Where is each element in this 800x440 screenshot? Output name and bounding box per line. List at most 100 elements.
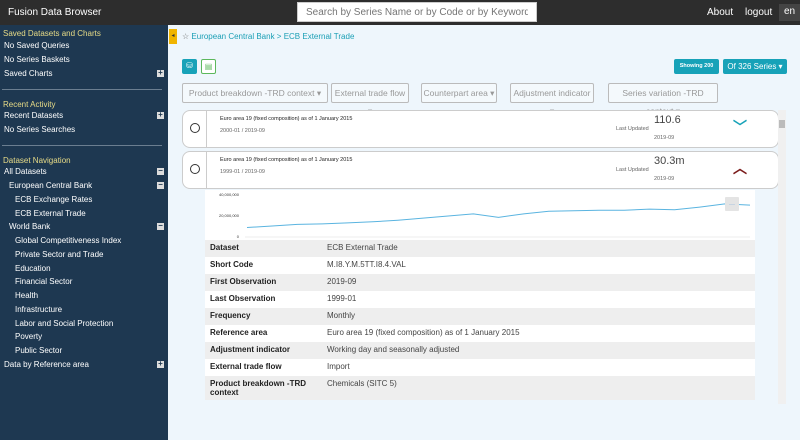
star-icon[interactable]: ☆ (182, 32, 189, 41)
logout-link[interactable]: logout (745, 7, 772, 18)
chart-menu-icon[interactable]: ··· (729, 202, 735, 208)
detail-row: Short Code M.I8.Y.M.5TT.I8.4.VAL (205, 257, 755, 274)
no-series-baskets: No Series Baskets (4, 55, 70, 64)
no-saved-queries: No Saved Queries (4, 41, 70, 50)
nav-wb-item[interactable]: Public Sector (15, 346, 62, 355)
detail-value: Euro area 19 (fixed composition) as of 1… (327, 328, 520, 337)
select-radio[interactable] (190, 123, 200, 133)
detail-value: ECB External Trade (327, 243, 398, 252)
nav-wb-item[interactable]: Global Competitiveness Index (15, 236, 121, 245)
sidebar-toggle-caret-icon[interactable]: ◂ (169, 29, 177, 44)
app-title[interactable]: Fusion Data Browser (8, 7, 101, 18)
filter-counterpart-area[interactable]: Counterpart area ▾ (421, 83, 497, 103)
detail-label: Short Code (210, 260, 254, 269)
series-details-table: Dataset ECB External Trade Short Code M.I8.… (205, 240, 755, 400)
last-updated-label: Last Updated (616, 167, 649, 173)
scrollbar[interactable] (778, 110, 786, 404)
excel-export-icon[interactable]: ▤ (201, 59, 216, 74)
detail-value: Working day and seasonally adjusted (327, 345, 460, 354)
chevron-down-icon[interactable]: ﹀ (733, 117, 747, 137)
detail-value: Import (327, 362, 350, 371)
detail-label: Adjustment indicator (210, 345, 291, 354)
select-radio[interactable] (190, 164, 200, 174)
nav-heading: Dataset Navigation (3, 156, 71, 165)
detail-row: External trade flow Import (205, 359, 755, 376)
search-input[interactable] (297, 2, 537, 22)
nav-ecb-exchange-rates[interactable]: ECB Exchange Rates (15, 195, 92, 204)
nav-european-central-bank[interactable]: European Central Bank (9, 181, 92, 190)
saved-heading: Saved Datasets and Charts (3, 29, 101, 38)
filter-external-trade-flow[interactable]: External trade flow ▾ (331, 83, 409, 116)
detail-label: First Observation (210, 277, 277, 286)
nav-wb-item[interactable]: Infrastructure (15, 305, 62, 314)
divider (206, 111, 207, 147)
last-updated-label: Last Updated (616, 126, 649, 132)
chevron-up-icon[interactable]: ︿ (733, 158, 747, 178)
filter-adjustment-indicator[interactable]: Adjustment indicator ▾ (510, 83, 594, 116)
recent-datasets[interactable]: Recent Datasets (4, 111, 63, 120)
series-line (246, 203, 751, 229)
series-title: Euro area 19 (fixed composition) as of 1… (220, 116, 353, 122)
detail-value: Monthly (327, 311, 356, 320)
detail-value: M.I8.Y.M.5TT.I8.4.VAL (327, 260, 406, 269)
filter-product-breakdown[interactable]: Product breakdown -TRD context ▾ (182, 83, 328, 103)
top-bar: Fusion Data Browser About logout en (0, 0, 800, 25)
all-datasets[interactable]: All Datasets (4, 167, 47, 176)
filter-series-variation[interactable]: Series variation -TRD context ▾ (608, 83, 718, 116)
series-value: 30.3m (654, 155, 685, 167)
y-tick-label: 0 (237, 234, 240, 239)
sidebar: Saved Datasets and Charts No Saved Queri… (0, 25, 168, 440)
detail-label: Last Observation (210, 294, 276, 303)
collapse-minus-icon[interactable]: − (157, 181, 164, 189)
about-link[interactable]: About (707, 7, 733, 18)
detail-label: External trade flow (210, 362, 282, 371)
sparkline-svg: 40,000,000 20,000,000 0 ··· (219, 192, 751, 239)
showing-count-button[interactable]: Showing 200 (674, 59, 719, 74)
detail-row: Frequency Monthly (205, 308, 755, 325)
series-date: 2019-09 (654, 135, 675, 141)
breadcrumb: ☆ European Central Bank > ECB External T… (182, 32, 354, 41)
detail-value: Chemicals (SITC 5) (327, 379, 397, 388)
series-count-dropdown[interactable]: Of 326 Series ▾ (723, 59, 787, 74)
expand-plus-icon[interactable]: + (157, 111, 164, 119)
detail-label: Product breakdown -TRD context (210, 379, 307, 397)
database-icon[interactable]: ⛁ (182, 59, 197, 74)
expand-plus-icon[interactable]: + (157, 360, 164, 368)
detail-row: Dataset ECB External Trade (205, 240, 755, 257)
nav-world-bank[interactable]: World Bank (9, 222, 50, 231)
y-tick-label: 40,000,000 (219, 192, 240, 197)
detail-row: Adjustment indicator Working day and seas… (205, 342, 755, 359)
saved-charts[interactable]: Saved Charts (4, 69, 52, 78)
detail-label: Reference area (210, 328, 268, 337)
series-card[interactable]: Euro area 19 (fixed composition) as of 1… (182, 110, 779, 148)
divider (206, 152, 207, 188)
y-tick-label: 20,000,000 (219, 213, 240, 218)
collapse-minus-icon[interactable]: − (157, 167, 164, 175)
nav-wb-item[interactable]: Education (15, 264, 51, 273)
nav-wb-item[interactable]: Financial Sector (15, 277, 72, 286)
nav-wb-item[interactable]: Labor and Social Protection (15, 319, 113, 328)
nav-wb-item[interactable]: Private Sector and Trade (15, 250, 104, 259)
scrollbar-thumb[interactable] (779, 120, 785, 128)
sparkline-chart: 40,000,000 20,000,000 0 ··· (205, 190, 755, 240)
series-title: Euro area 19 (fixed composition) as of 1… (220, 157, 353, 163)
detail-label: Dataset (210, 243, 239, 252)
series-card[interactable]: Euro area 19 (fixed composition) as of 1… (182, 151, 779, 189)
detail-value: 2019-09 (327, 277, 357, 286)
detail-row: Reference area Euro area 19 (fixed compos… (205, 325, 755, 342)
nav-data-by-reference-area[interactable]: Data by Reference area (4, 360, 89, 369)
detail-value: 1999-01 (327, 294, 357, 303)
nav-wb-item[interactable]: Health (15, 291, 38, 300)
divider (2, 89, 162, 90)
divider (2, 145, 162, 146)
expand-plus-icon[interactable]: + (157, 69, 164, 77)
language-button[interactable]: en (779, 4, 800, 21)
nav-ecb-external-trade[interactable]: ECB External Trade (15, 209, 86, 218)
detail-row: Last Observation 1999-01 (205, 291, 755, 308)
recent-heading: Recent Activity (3, 100, 56, 109)
detail-row: First Observation 2019-09 (205, 274, 755, 291)
series-range: 1999-01 / 2019-09 (220, 169, 265, 175)
breadcrumb-text[interactable]: European Central Bank > ECB External Tra… (191, 32, 354, 41)
collapse-minus-icon[interactable]: − (157, 222, 164, 230)
nav-wb-item[interactable]: Poverty (15, 332, 42, 341)
